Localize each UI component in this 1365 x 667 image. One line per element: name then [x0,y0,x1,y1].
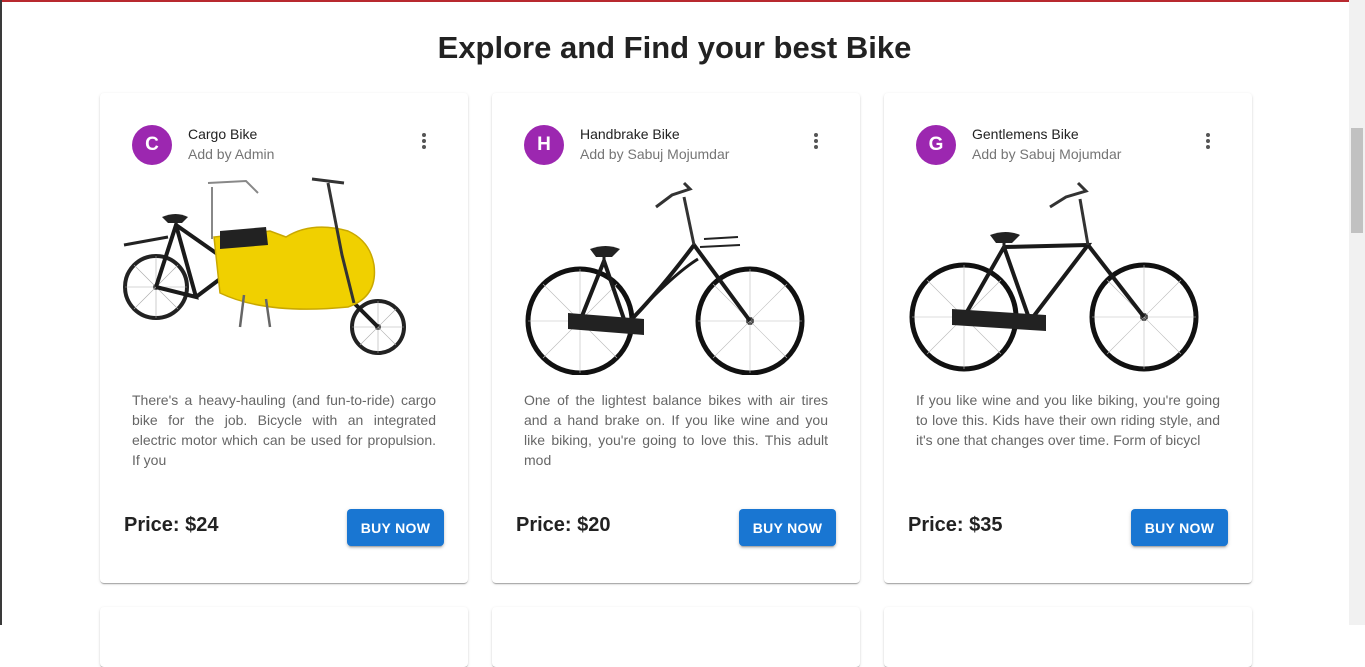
product-card-partial [100,607,468,667]
window-left-border [0,0,2,625]
product-price: Price: $24 [124,514,219,536]
product-card-partial [492,607,860,667]
product-card-cargo-bike: C Cargo Bike Add by Admin There's a heav… [100,93,468,583]
product-price: Price: $20 [516,514,611,536]
avatar: C [132,125,172,165]
buy-now-button[interactable]: BUY NOW [739,509,836,546]
product-description: There's a heavy-hauling (and fun-to-ride… [132,392,436,468]
avatar: H [524,125,564,165]
product-description: If you like wine and you like biking, yo… [916,392,1220,448]
product-price: Price: $35 [908,514,1003,536]
product-added-by: Add by Sabuj Mojumdar [580,146,730,162]
more-vert-icon[interactable] [806,129,826,153]
product-description: One of the lightest balance bikes with a… [524,392,828,468]
handbrake-bike-image [525,181,805,375]
avatar: G [916,125,956,165]
product-card-partial [884,607,1252,667]
buy-now-button[interactable]: BUY NOW [1131,509,1228,546]
product-card-gentlemens-bike: G Gentlemens Bike Add by Sabuj Mojumdar … [884,93,1252,583]
page-title: Explore and Find your best Bike [437,30,912,65]
scrollbar-track[interactable] [1349,0,1365,625]
product-card-handbrake-bike: H Handbrake Bike Add by Sabuj Mojumdar O… [492,93,860,583]
product-added-by: Add by Admin [188,146,275,162]
window-top-border [0,0,1365,2]
product-name: Cargo Bike [188,126,258,142]
buy-now-button[interactable]: BUY NOW [347,509,444,546]
product-name: Gentlemens Bike [972,126,1079,142]
product-added-by: Add by Sabuj Mojumdar [972,146,1122,162]
product-name: Handbrake Bike [580,126,680,142]
more-vert-icon[interactable] [1198,129,1218,153]
scrollbar-thumb[interactable] [1351,128,1363,233]
gentlemens-bike-image [909,181,1199,372]
more-vert-icon[interactable] [414,129,434,153]
cargo-bike-image [123,177,406,355]
